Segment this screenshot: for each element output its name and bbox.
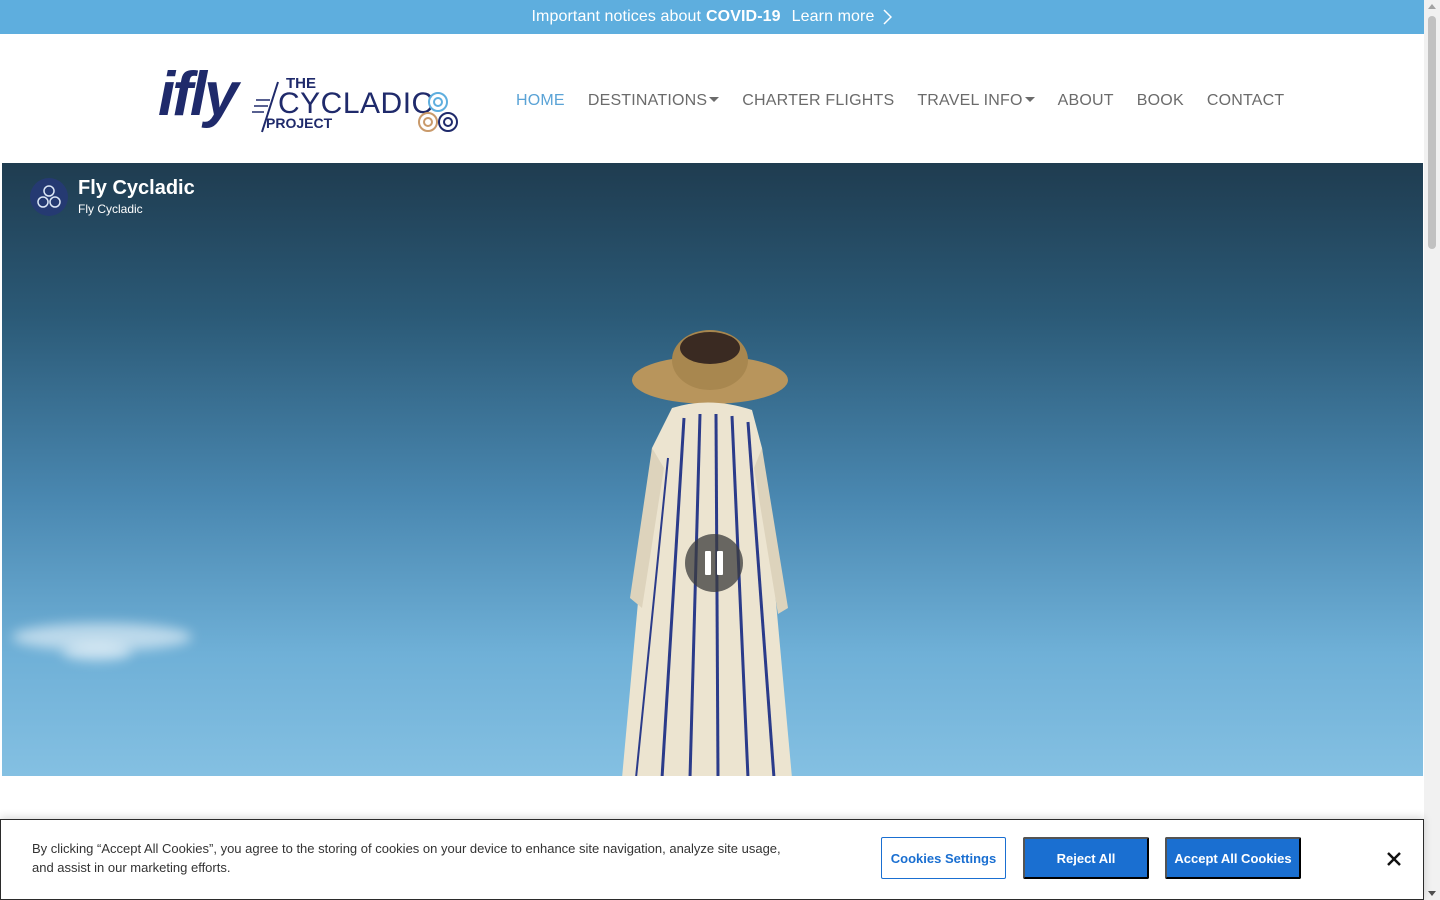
accept-all-cookies-button[interactable]: Accept All Cookies: [1165, 837, 1301, 879]
scroll-down-arrow-icon[interactable]: [1428, 891, 1436, 896]
nav-book-label: BOOK: [1136, 92, 1184, 109]
channel-avatar[interactable]: [30, 178, 68, 216]
nav-home-label: HOME: [516, 92, 565, 109]
video-title[interactable]: Fly Cycladic: [78, 177, 195, 199]
nav-home[interactable]: HOME: [516, 92, 565, 110]
video-channel-name[interactable]: Fly Cycladic: [78, 201, 195, 217]
logo-ifly: ifly: [158, 60, 239, 129]
logo-project: PROJECT: [266, 115, 333, 131]
nav-contact[interactable]: CONTACT: [1207, 92, 1285, 110]
scrollbar-thumb[interactable]: [1428, 16, 1436, 249]
nav-destinations[interactable]: DESTINATIONS: [587, 92, 720, 110]
cookies-settings-button[interactable]: Cookies Settings: [881, 837, 1006, 879]
main-nav: HOME DESTINATIONS CHARTER FLIGHTS TRAVEL…: [516, 91, 1307, 111]
video-channel-info[interactable]: Fly Cycladic Fly Cycladic: [30, 177, 195, 217]
notice-bar: Important notices about COVID-19 Learn m…: [0, 0, 1424, 34]
spiral-icon: [418, 92, 458, 132]
learn-more-label: Learn more: [791, 8, 875, 25]
nav-contact-label: CONTACT: [1206, 92, 1285, 109]
nav-travel-info-label: TRAVEL INFO: [917, 92, 1023, 109]
nav-charter-flights-label: CHARTER FLIGHTS: [742, 92, 895, 109]
chevron-right-icon: [883, 9, 893, 25]
nav-travel-info[interactable]: TRAVEL INFO: [917, 92, 1035, 110]
page-scrollbar[interactable]: [1424, 0, 1440, 900]
notice-text: Important notices about: [531, 8, 702, 25]
cloud-shape: [62, 643, 132, 661]
nav-destinations-label: DESTINATIONS: [587, 92, 708, 109]
close-icon[interactable]: [1384, 849, 1404, 869]
reject-all-button[interactable]: Reject All: [1023, 837, 1149, 879]
hero-video[interactable]: Fly Cycladic Fly Cycladic: [2, 163, 1423, 776]
pause-button[interactable]: [685, 534, 743, 592]
notice-covid: COVID-19: [706, 8, 781, 25]
pause-icon: [705, 551, 711, 575]
scroll-up-arrow-icon[interactable]: [1428, 4, 1436, 9]
nav-about[interactable]: ABOUT: [1058, 92, 1114, 110]
nav-charter-flights[interactable]: CHARTER FLIGHTS: [742, 92, 894, 110]
spiral-icon: [37, 185, 61, 208]
caret-down-icon: [709, 96, 720, 102]
nav-about-label: ABOUT: [1057, 92, 1114, 109]
learn-more-link[interactable]: Learn more: [792, 8, 893, 26]
cookie-message: By clicking “Accept All Cookies”, you ag…: [32, 841, 781, 875]
site-logo[interactable]: ifly THE CYCLADIC PROJECT: [158, 60, 460, 136]
caret-down-icon: [1024, 96, 1035, 102]
nav-book[interactable]: BOOK: [1137, 92, 1184, 110]
site-header: ifly THE CYCLADIC PROJECT HOME DESTINATI…: [0, 34, 1424, 163]
cookie-banner: By clicking “Accept All Cookies”, you ag…: [0, 819, 1424, 900]
